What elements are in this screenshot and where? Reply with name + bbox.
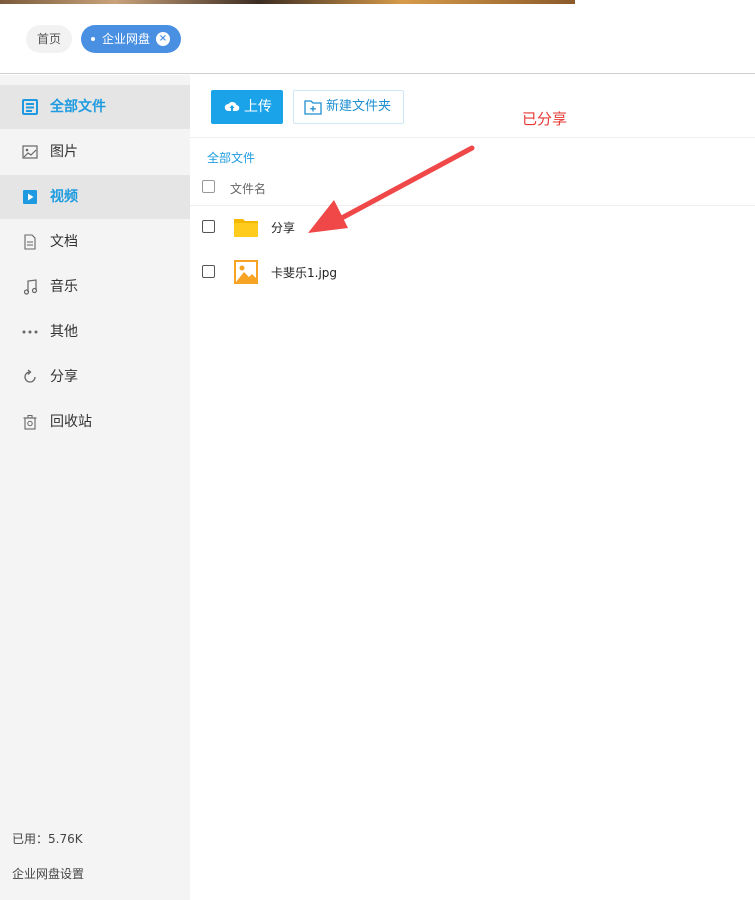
row-checkbox[interactable] bbox=[202, 265, 215, 278]
more-icon bbox=[22, 330, 38, 334]
breadcrumb[interactable]: 全部文件 bbox=[207, 149, 255, 166]
folder-icon bbox=[234, 219, 258, 237]
file-name[interactable]: 分享 bbox=[271, 219, 295, 236]
tab-enterprise-disk[interactable]: 企业网盘 × bbox=[81, 25, 181, 53]
sidebar-item-other[interactable]: 其他 bbox=[0, 310, 190, 354]
table-row[interactable]: 卡斐乐1.jpg bbox=[190, 251, 755, 296]
sidebar-item-images[interactable]: 图片 bbox=[0, 130, 190, 174]
all-files-icon bbox=[22, 99, 38, 115]
file-name[interactable]: 卡斐乐1.jpg bbox=[271, 264, 337, 281]
video-icon bbox=[23, 190, 37, 204]
sidebar-item-label: 视频 bbox=[50, 189, 78, 205]
active-dot-icon bbox=[91, 37, 95, 41]
column-filename[interactable]: 文件名 bbox=[230, 180, 266, 197]
sidebar-item-video[interactable]: 视频 bbox=[0, 175, 190, 219]
upload-label: 上传 bbox=[244, 99, 272, 115]
close-icon[interactable]: × bbox=[156, 32, 170, 46]
tab-bar: 首页 企业网盘 × bbox=[0, 4, 755, 74]
sidebar-item-share[interactable]: 分享 bbox=[0, 355, 190, 399]
recycle-bin-icon bbox=[23, 415, 37, 430]
tab-home[interactable]: 首页 bbox=[26, 25, 73, 53]
share-icon bbox=[24, 369, 36, 383]
tab-label: 企业网盘 bbox=[102, 32, 151, 46]
sidebar-item-label: 全部文件 bbox=[50, 99, 106, 115]
shared-annotation-text: 已分享 bbox=[522, 110, 568, 128]
sidebar-item-documents[interactable]: 文档 bbox=[0, 220, 190, 264]
sidebar-item-label: 图片 bbox=[50, 144, 78, 160]
cloud-upload-icon bbox=[224, 101, 240, 112]
image-icon bbox=[22, 145, 38, 159]
sidebar-item-label: 文档 bbox=[50, 234, 78, 250]
sidebar-item-recycle-bin[interactable]: 回收站 bbox=[0, 400, 190, 444]
upload-button[interactable]: 上传 bbox=[211, 90, 283, 124]
music-icon bbox=[23, 279, 38, 295]
new-folder-button[interactable]: 新建文件夹 bbox=[293, 90, 404, 124]
disk-settings-link[interactable]: 企业网盘设置 bbox=[12, 865, 84, 882]
sidebar-item-label: 回收站 bbox=[50, 414, 92, 430]
select-all-checkbox[interactable] bbox=[202, 180, 215, 193]
sidebar: 全部文件 图片 视频 文档 音乐 其他 分享 回收站 已用：5.76K 企业网盘… bbox=[0, 75, 190, 900]
sidebar-item-music[interactable]: 音乐 bbox=[0, 265, 190, 309]
toolbar: 上传 新建文件夹 bbox=[190, 75, 755, 138]
new-folder-icon bbox=[304, 100, 322, 115]
image-file-icon bbox=[234, 260, 258, 284]
sidebar-item-label: 分享 bbox=[50, 369, 78, 385]
annotation-arrow-icon bbox=[308, 145, 475, 233]
sidebar-item-label: 其他 bbox=[50, 324, 78, 340]
sidebar-item-all-files[interactable]: 全部文件 bbox=[0, 85, 190, 129]
storage-usage: 已用：5.76K bbox=[12, 832, 83, 846]
document-icon bbox=[24, 234, 36, 250]
row-checkbox[interactable] bbox=[202, 220, 215, 233]
sidebar-item-label: 音乐 bbox=[50, 279, 78, 295]
new-folder-label: 新建文件夹 bbox=[326, 99, 392, 114]
